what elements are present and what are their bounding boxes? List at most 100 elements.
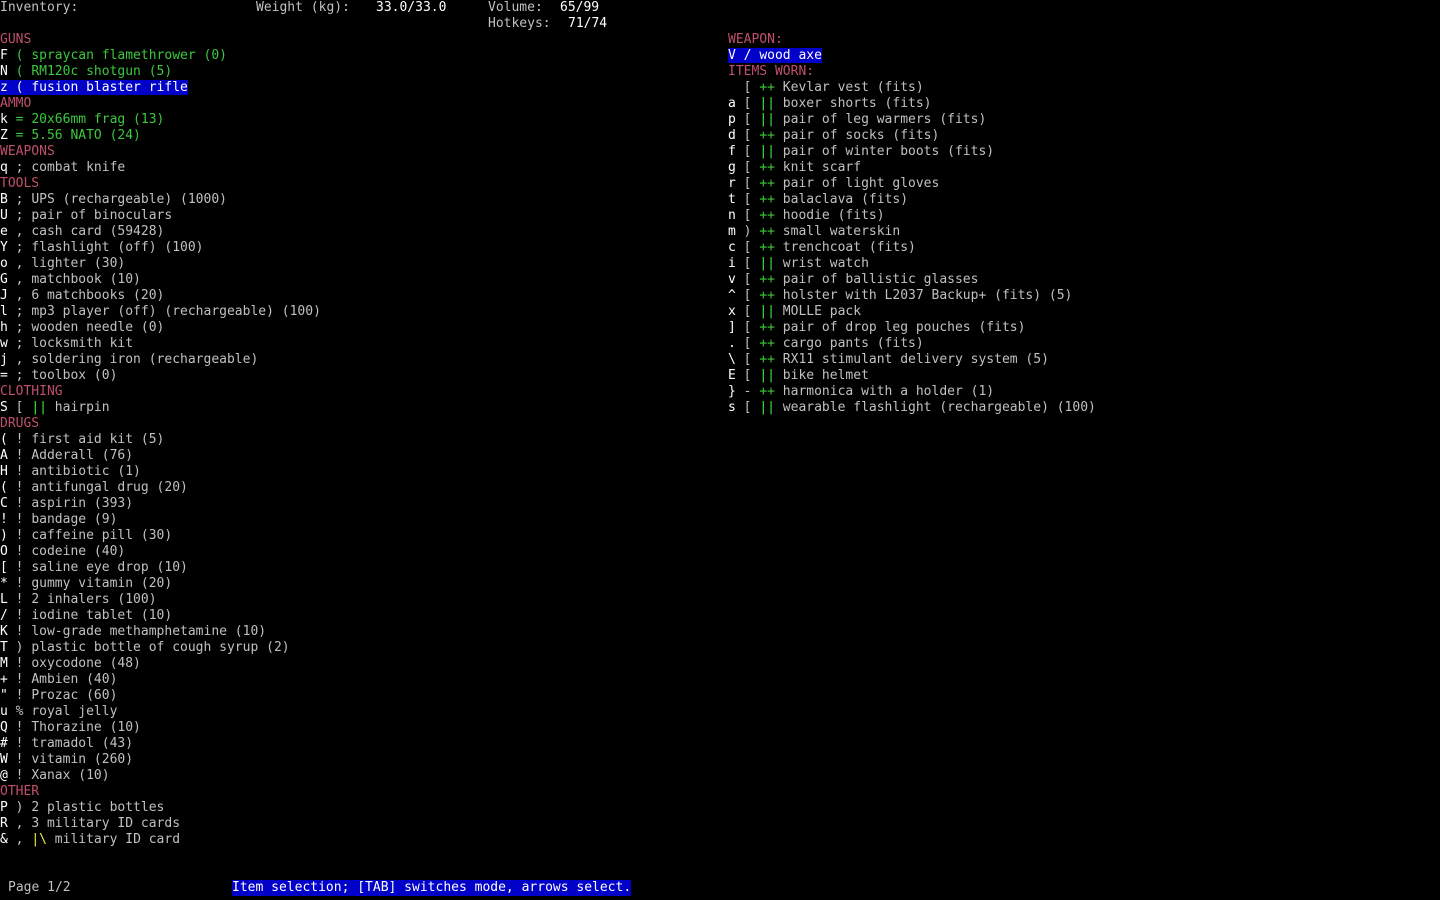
worn-item[interactable]: . [ ++ cargo pants (fits) [728,336,1428,352]
item-hotkey: T [0,640,8,655]
inventory-item[interactable]: Z = 5.56 NATO (24) [0,128,700,144]
inventory-item[interactable]: w ; locksmith kit [0,336,700,352]
worn-item[interactable]: s [ || wearable flashlight (rechargeable… [728,400,1428,416]
worn-item-name: holster with L2037 Backup+ (fits) (5) [782,288,1073,303]
inventory-item[interactable]: q ; combat knife [0,160,700,176]
worn-item[interactable]: t [ ++ balaclava (fits) [728,192,1428,208]
inventory-item[interactable]: [ ! saline eye drop (10) [0,560,700,576]
inventory-item[interactable]: O ! codeine (40) [0,544,700,560]
worn-item[interactable]: n [ ++ hoodie (fits) [728,208,1428,224]
item-hotkey: P [0,800,8,815]
item-hotkey: L [0,592,8,607]
worn-item[interactable]: ] [ ++ pair of drop leg pouches (fits) [728,320,1428,336]
worn-item[interactable]: a [ || boxer shorts (fits) [728,96,1428,112]
item-name: codeine (40) [31,544,126,559]
inventory-item[interactable]: J , 6 matchbooks (20) [0,288,700,304]
section-title: WEAPONS [0,144,55,159]
inventory-item[interactable]: h ; wooden needle (0) [0,320,700,336]
item-name: military ID card [54,832,181,847]
inventory-item[interactable]: F ( spraycan flamethrower (0) [0,48,700,64]
worn-item[interactable]: c [ ++ trenchcoat (fits) [728,240,1428,256]
inventory-item[interactable]: + ! Ambien (40) [0,672,700,688]
inventory-item[interactable]: # ! tramadol (43) [0,736,700,752]
inventory-item[interactable]: C ! aspirin (393) [0,496,700,512]
inventory-item[interactable]: " ! Prozac (60) [0,688,700,704]
inventory-item[interactable]: & , |\ military ID card [0,832,700,848]
worn-item[interactable]: v [ ++ pair of ballistic glasses [728,272,1428,288]
worn-item-hotkey: ^ [728,288,736,303]
item-hotkey: O [0,544,8,559]
worn-item-name: pair of light gloves [782,176,940,191]
inventory-item[interactable]: P ) 2 plastic bottles [0,800,700,816]
inventory-item[interactable]: G , matchbook (10) [0,272,700,288]
item-hotkey: R [0,816,8,831]
item-name: first aid kit (5) [31,432,165,447]
worn-item-mark: || [759,96,775,111]
inventory-item[interactable]: j , soldering iron (rechargeable) [0,352,700,368]
inventory-item[interactable]: = ; toolbox (0) [0,368,700,384]
inventory-item[interactable]: K ! low-grade methamphetamine (10) [0,624,700,640]
inventory-item[interactable]: N ( RM120c shotgun (5) [0,64,700,80]
worn-item[interactable]: p [ || pair of leg warmers (fits) [728,112,1428,128]
item-name: 2 plastic bottles [31,800,165,815]
inventory-item[interactable]: L ! 2 inhalers (100) [0,592,700,608]
item-name: matchbook (10) [31,272,141,287]
worn-item[interactable]: d [ ++ pair of socks (fits) [728,128,1428,144]
worn-item[interactable]: i [ || wrist watch [728,256,1428,272]
inventory-item[interactable]: S [ || hairpin [0,400,700,416]
inventory-item[interactable]: T ) plastic bottle of cough syrup (2) [0,640,700,656]
worn-item-hotkey: a [728,96,736,111]
item-hotkey: W [0,752,8,767]
inventory-item[interactable]: * ! gummy vitamin (20) [0,576,700,592]
inventory-item[interactable]: ( ! first aid kit (5) [0,432,700,448]
item-condition-mark: |\ [31,832,47,847]
inventory-item[interactable]: Y ; flashlight (off) (100) [0,240,700,256]
inventory-item[interactable]: o , lighter (30) [0,256,700,272]
item-hotkey: U [0,208,8,223]
inventory-item[interactable]: e , cash card (59428) [0,224,700,240]
inventory-item[interactable]: l ; mp3 player (off) (rechargeable) (100… [0,304,700,320]
item-hotkey: S [0,400,8,415]
inventory-item[interactable]: / ! iodine tablet (10) [0,608,700,624]
worn-item[interactable]: [ ++ Kevlar vest (fits) [728,80,1428,96]
worn-item[interactable]: ^ [ ++ holster with L2037 Backup+ (fits)… [728,288,1428,304]
worn-item-name: bike helmet [782,368,869,383]
item-name: cash card (59428) [31,224,165,239]
inventory-item[interactable]: B ; UPS (rechargeable) (1000) [0,192,700,208]
item-name: antifungal drug (20) [31,480,188,495]
worn-item-name: Kevlar vest (fits) [782,80,924,95]
inventory-item[interactable]: R , 3 military ID cards [0,816,700,832]
wielded-weapon[interactable]: V / wood axe [728,48,1428,64]
inventory-item[interactable]: z ( fusion blaster rifle [0,80,700,96]
item-name: Prozac (60) [31,688,118,703]
worn-item[interactable]: E [ || bike helmet [728,368,1428,384]
item-name: fusion blaster rifle [31,80,188,95]
inventory-item[interactable]: @ ! Xanax (10) [0,768,700,784]
worn-item[interactable]: \ [ ++ RX11 stimulant delivery system (5… [728,352,1428,368]
worn-item[interactable]: } - ++ harmonica with a holder (1) [728,384,1428,400]
worn-item[interactable]: f [ || pair of winter boots (fits) [728,144,1428,160]
worn-item[interactable]: g [ ++ knit scarf [728,160,1428,176]
inventory-item[interactable]: U ; pair of binoculars [0,208,700,224]
worn-item[interactable]: x [ || MOLLE pack [728,304,1428,320]
inventory-item[interactable]: u % royal jelly [0,704,700,720]
inventory-item[interactable]: H ! antibiotic (1) [0,464,700,480]
worn-item-hotkey: m [728,224,736,239]
inventory-item[interactable]: k = 20x66mm frag (13) [0,112,700,128]
equipment-panel: WEAPON: V / wood axe ITEMS WORN: [ ++ Ke… [728,32,1428,416]
inventory-item[interactable]: A ! Adderall (76) [0,448,700,464]
inventory-item[interactable]: W ! vitamin (260) [0,752,700,768]
worn-item[interactable]: m ) ++ small waterskin [728,224,1428,240]
inventory-item[interactable]: M ! oxycodone (48) [0,656,700,672]
inventory-list: GUNS F ( spraycan flamethrower (0) N ( RM1… [0,32,700,848]
item-hotkey: ( [0,432,8,447]
worn-item[interactable]: r [ ++ pair of light gloves [728,176,1428,192]
inventory-item[interactable]: ) ! caffeine pill (30) [0,528,700,544]
inventory-item[interactable]: Q ! Thorazine (10) [0,720,700,736]
inventory-item[interactable]: ( ! antifungal drug (20) [0,480,700,496]
item-hotkey: J [0,288,8,303]
inventory-item[interactable]: ! ! bandage (9) [0,512,700,528]
item-name: pair of binoculars [31,208,173,223]
worn-item-mark: || [759,400,775,415]
worn-item-mark: ++ [759,288,775,303]
